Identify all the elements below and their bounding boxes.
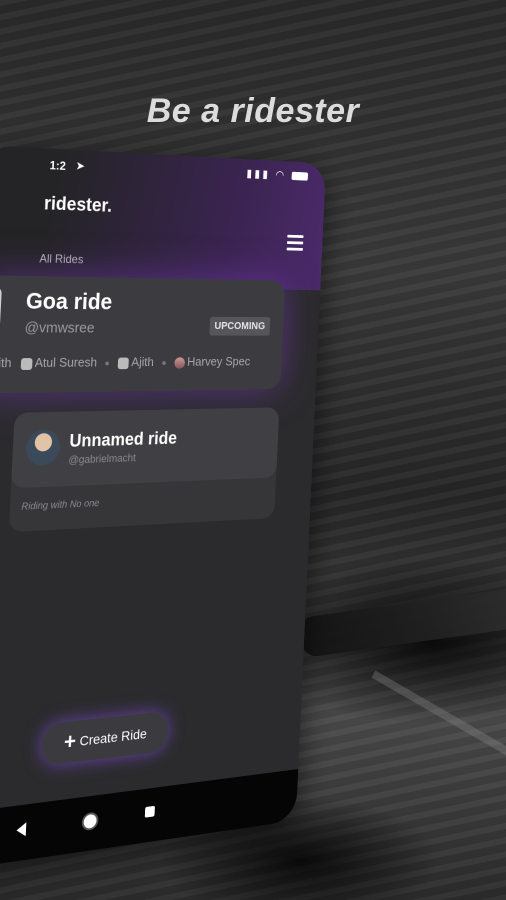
hamburger-menu-icon[interactable] [286,234,304,255]
rider-avatar [173,356,185,369]
separator-dot [105,361,110,365]
ride-handle: @vmwsree [24,319,95,337]
riders-list: g with Atul Suresh Ajith Harvey Spec [0,354,282,370]
ride-card[interactable]: Unnamed ride @gabrielmacht Riding with N… [8,407,280,533]
rider-avatar [20,357,33,370]
phone-mockup: 1:2 ➤ ▮▮▮ ◠ ridester. All Rides Goa ride… [0,145,327,872]
rider-name: Atul Suresh [34,354,98,370]
riding-with-label: g with [0,355,12,371]
back-icon[interactable] [16,822,27,838]
create-ride-label: Create Ride [79,725,148,749]
rider-avatar [117,357,130,369]
plus-icon: + [63,728,77,755]
home-icon[interactable] [81,811,99,832]
status-time: 1:2 [49,158,67,173]
separator-dot [162,360,166,365]
create-ride-button[interactable]: + Create Ride [40,710,170,767]
ride-title: Unnamed ride [69,428,178,451]
battery-icon [291,172,309,182]
recents-icon[interactable] [144,805,155,818]
location-icon: ➤ [75,158,86,173]
status-badge: UPCOMING [208,316,271,336]
riding-with-text: Riding with No one [21,498,100,513]
ride-avatar [0,287,2,328]
rider-name: Harvey Spec [186,354,251,369]
section-label: All Rides [39,251,84,267]
signal-wifi-icon: ▮▮▮ ◠ [246,166,287,182]
headline: Be a ridester [146,92,360,130]
rider-name: Ajith [131,354,155,370]
app-logo: ridester. [43,193,113,217]
ride-handle: @gabrielmacht [68,452,137,467]
ride-title: Goa ride [25,287,113,315]
ride-card[interactable]: Goa ride @vmwsree UPCOMING g with Atul S… [0,275,286,394]
